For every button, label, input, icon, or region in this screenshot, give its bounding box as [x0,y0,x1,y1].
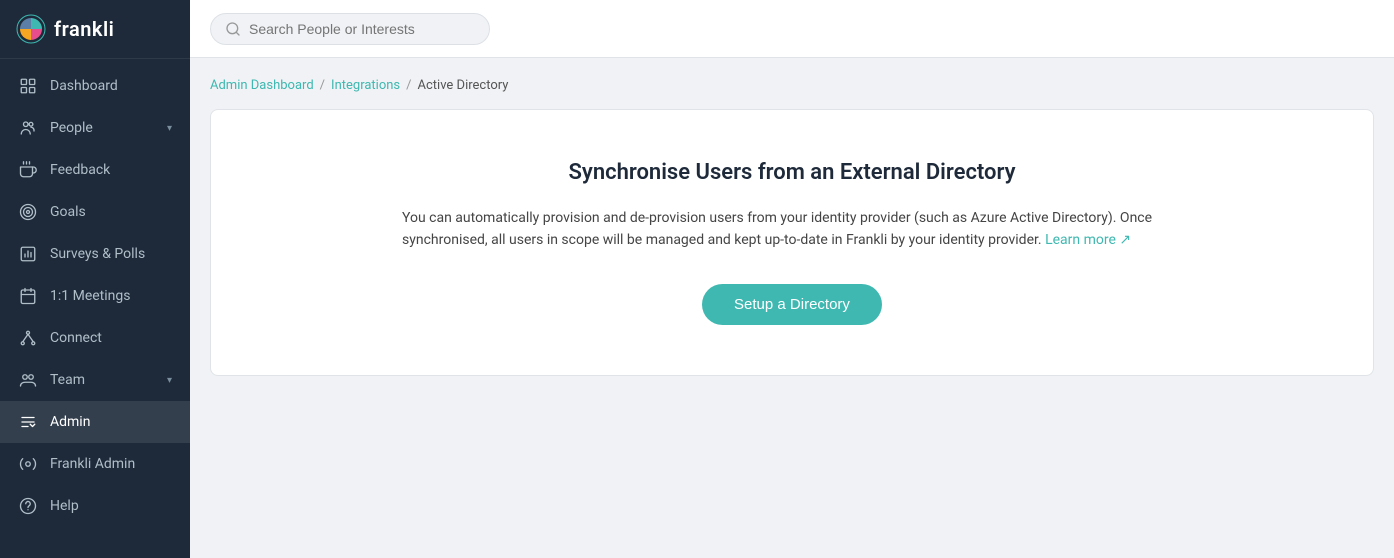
sidebar-item-feedback[interactable]: Feedback [0,149,190,191]
sync-card: Synchronise Users from an External Direc… [210,109,1374,376]
sidebar-item-team[interactable]: Team ▾ [0,359,190,401]
search-icon [225,21,241,37]
sidebar-item-meetings[interactable]: 1:1 Meetings [0,275,190,317]
sidebar-item-people-label: People [50,120,155,136]
sidebar: frankli Dashboard People ▾ Feedback [0,0,190,558]
breadcrumb-separator-2: / [406,78,411,93]
sidebar-item-people[interactable]: People ▾ [0,107,190,149]
card-description-text: You can automatically provision and de-p… [402,210,1152,248]
logo: frankli [0,0,190,59]
sidebar-item-connect-label: Connect [50,330,172,346]
goals-icon [18,202,38,222]
breadcrumb-separator-1: / [320,78,325,93]
sidebar-item-help[interactable]: Help [0,485,190,527]
card-description: You can automatically provision and de-p… [402,207,1182,252]
card-title: Synchronise Users from an External Direc… [251,160,1333,185]
header [190,0,1394,58]
feedback-icon [18,160,38,180]
logo-text: frankli [54,17,114,41]
sidebar-item-surveys-label: Surveys & Polls [50,246,172,262]
sidebar-item-feedback-label: Feedback [50,162,172,178]
search-input[interactable] [249,21,475,37]
sidebar-item-goals-label: Goals [50,204,172,220]
dashboard-icon [18,76,38,96]
sidebar-item-admin[interactable]: Admin [0,401,190,443]
sidebar-item-help-label: Help [50,498,172,514]
sidebar-item-team-label: Team [50,372,155,388]
team-icon [18,370,38,390]
people-icon [18,118,38,138]
sidebar-item-dashboard[interactable]: Dashboard [0,65,190,107]
team-chevron-icon: ▾ [167,375,172,386]
sidebar-item-connect[interactable]: Connect [0,317,190,359]
content-area: Admin Dashboard / Integrations / Active … [190,58,1394,558]
sidebar-item-dashboard-label: Dashboard [50,78,172,94]
main-content: Admin Dashboard / Integrations / Active … [190,0,1394,558]
sidebar-item-meetings-label: 1:1 Meetings [50,288,172,304]
admin-icon [18,412,38,432]
sidebar-item-surveys[interactable]: Surveys & Polls [0,233,190,275]
breadcrumb-active-directory: Active Directory [418,78,509,93]
breadcrumb-integrations[interactable]: Integrations [331,78,400,93]
sidebar-item-admin-label: Admin [50,414,172,430]
people-chevron-icon: ▾ [167,123,172,134]
sidebar-item-frankli-admin[interactable]: Frankli Admin [0,443,190,485]
help-icon [18,496,38,516]
setup-directory-button[interactable]: Setup a Directory [702,284,882,325]
surveys-icon [18,244,38,264]
learn-more-link[interactable]: Learn more ↗ [1045,232,1131,248]
breadcrumb: Admin Dashboard / Integrations / Active … [210,78,1374,93]
meetings-icon [18,286,38,306]
sidebar-item-frankli-admin-label: Frankli Admin [50,456,172,472]
logo-icon [16,14,46,44]
connect-icon [18,328,38,348]
sidebar-nav: Dashboard People ▾ Feedback Goals [0,59,190,558]
sidebar-item-goals[interactable]: Goals [0,191,190,233]
frankli-admin-icon [18,454,38,474]
search-box[interactable] [210,13,490,45]
breadcrumb-admin-dashboard[interactable]: Admin Dashboard [210,78,314,93]
